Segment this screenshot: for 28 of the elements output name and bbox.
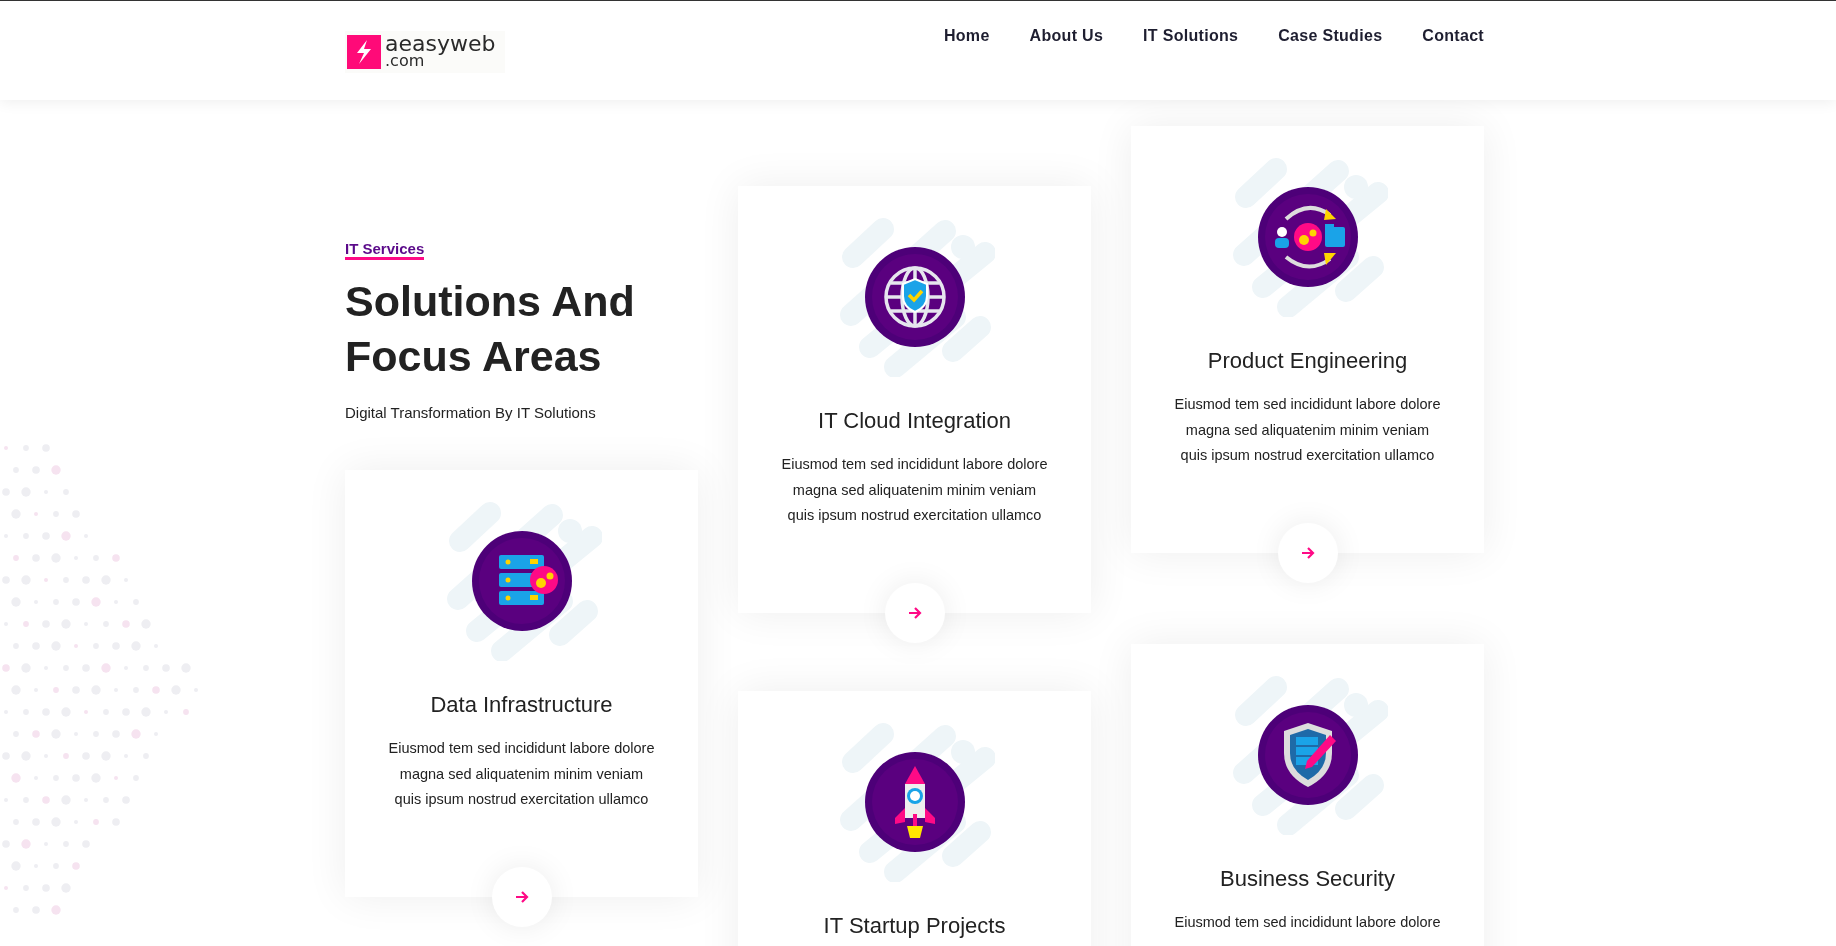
shield-pencil-icon [1257, 705, 1358, 805]
arrow-right-icon [514, 891, 529, 903]
person-gear-folder-icon [1257, 187, 1358, 287]
card-title: Product Engineering [1207, 347, 1408, 375]
section-subtitle: Digital Transformation By IT Solutions [345, 404, 597, 421]
section-heading: Solutions And Focus Areas [345, 276, 636, 382]
server-gear-icon [471, 531, 572, 631]
rocket-icon [864, 752, 965, 852]
card-description: Eiusmod tem sed incididunt labore dolore [1174, 913, 1441, 932]
arrow-right-icon [1300, 547, 1315, 559]
nav-link[interactable]: Home [943, 27, 990, 45]
arrow-right-icon [907, 607, 922, 619]
nav-link[interactable]: About Us [1029, 27, 1104, 45]
card-title: Data Infrastructure [430, 691, 613, 719]
section-link[interactable]: IT Services [345, 241, 425, 260]
card-description: Eiusmod tem sed incididunt labore dolore magna sed aliquatenim minim veniam quis ipsum nostrud exercitation ullamco [387, 739, 656, 809]
nav-link[interactable]: Case Studies [1278, 27, 1383, 45]
nav-link[interactable]: IT Solutions [1143, 27, 1239, 45]
card-title: IT Startup Projects [823, 912, 1006, 940]
card-title: Business Security [1220, 865, 1395, 893]
nav-link[interactable]: Contact [1422, 27, 1484, 45]
logo[interactable]: aeasyweb .com [345, 31, 506, 73]
logo-domain: .com [385, 52, 425, 69]
card-title: IT Cloud Integration [818, 407, 1011, 435]
card-description: Eiusmod tem sed incididunt labore dolore magna sed aliquatenim minim veniam quis ipsum nostrud exercitation ullamco [1173, 395, 1442, 465]
globe-shield-icon [864, 247, 965, 347]
bolt-logo-icon [347, 35, 381, 69]
card-description: Eiusmod tem sed incididunt labore dolore magna sed aliquatenim minim veniam quis ipsum nostrud exercitation ullamco [780, 455, 1049, 525]
